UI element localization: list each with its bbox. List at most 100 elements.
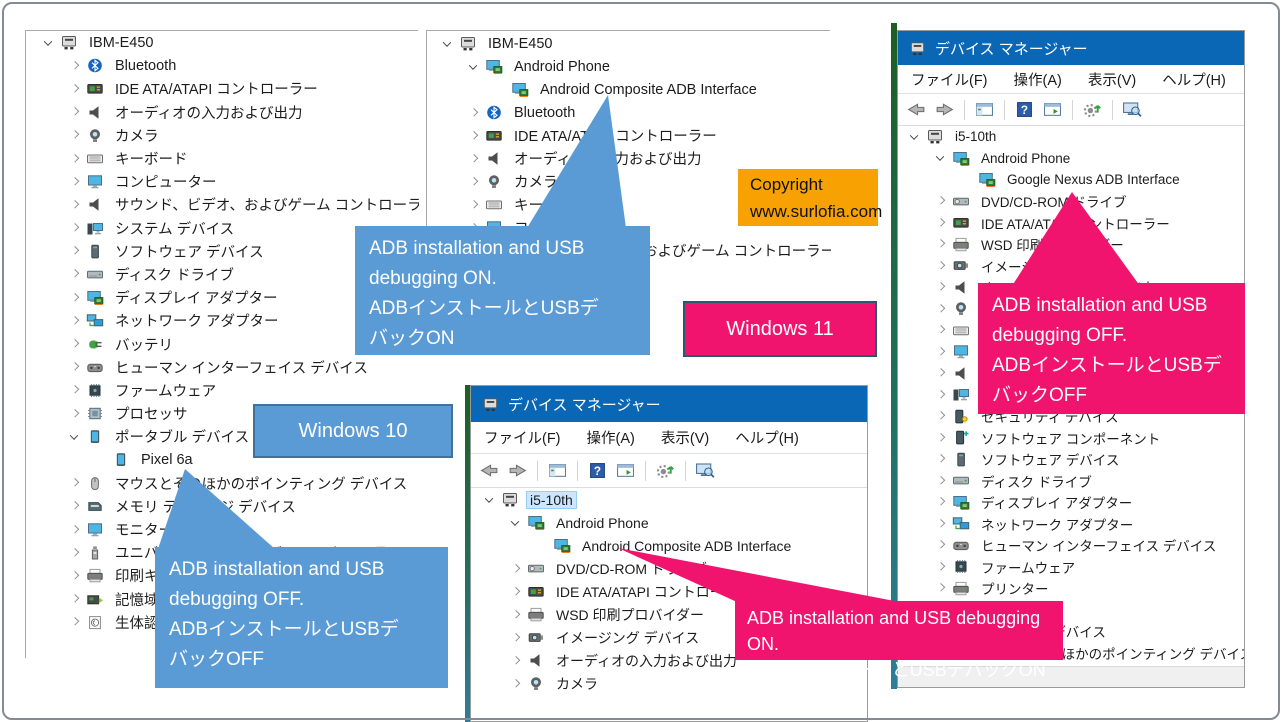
tree-item[interactable]: Android Phone bbox=[427, 55, 831, 78]
chevron-right-icon[interactable] bbox=[66, 472, 86, 495]
menu-help[interactable]: ヘルプ(H) bbox=[735, 427, 799, 448]
chevron-right-icon[interactable] bbox=[507, 557, 527, 580]
chevron-right-icon[interactable] bbox=[932, 255, 952, 277]
tree-item[interactable]: Android Phone bbox=[898, 148, 1244, 170]
tree-item[interactable]: ファームウェア bbox=[898, 556, 1244, 578]
chevron-right-icon[interactable] bbox=[932, 234, 952, 256]
chevron-down-icon[interactable] bbox=[932, 148, 952, 170]
title-bar[interactable]: デバイス マネージャー bbox=[471, 386, 867, 422]
chevron-right-icon[interactable] bbox=[932, 384, 952, 406]
tree-item[interactable]: オーディオの入力および出力 bbox=[427, 147, 831, 170]
chevron-right-icon[interactable] bbox=[66, 611, 86, 634]
chevron-right-icon[interactable] bbox=[66, 124, 86, 147]
chevron-down-icon[interactable] bbox=[439, 32, 459, 55]
tree-item[interactable]: IBM-E450 bbox=[427, 32, 831, 55]
tree-item[interactable]: ディスク ドライブ bbox=[898, 470, 1244, 492]
menu-action[interactable]: 操作(A) bbox=[1014, 69, 1062, 90]
chevron-right-icon[interactable] bbox=[932, 298, 952, 320]
chevron-right-icon[interactable] bbox=[66, 54, 86, 77]
chevron-right-icon[interactable] bbox=[66, 77, 86, 100]
forward-arrow-icon[interactable] bbox=[934, 101, 955, 118]
title-bar[interactable]: デバイス マネージャー bbox=[898, 31, 1244, 65]
chevron-right-icon[interactable] bbox=[66, 217, 86, 240]
chevron-right-icon[interactable] bbox=[66, 147, 86, 170]
tree-item[interactable]: WSD 印刷プロバイダー bbox=[898, 234, 1244, 256]
chevron-down-icon[interactable] bbox=[906, 126, 926, 148]
chevron-right-icon[interactable] bbox=[66, 402, 86, 425]
device-search-icon[interactable] bbox=[695, 462, 716, 479]
chevron-right-icon[interactable] bbox=[465, 193, 485, 216]
chevron-right-icon[interactable] bbox=[932, 277, 952, 299]
chevron-right-icon[interactable] bbox=[66, 379, 86, 402]
tree-item[interactable]: IBM-E450 bbox=[26, 31, 419, 54]
chevron-down-icon[interactable] bbox=[465, 55, 485, 78]
chevron-right-icon[interactable] bbox=[66, 588, 86, 611]
chevron-right-icon[interactable] bbox=[932, 427, 952, 449]
tree-item[interactable]: モニター bbox=[26, 518, 419, 541]
chevron-right-icon[interactable] bbox=[932, 535, 952, 557]
tree-item[interactable]: ソフトウェア コンポーネント bbox=[898, 427, 1244, 449]
chevron-right-icon[interactable] bbox=[66, 518, 86, 541]
chevron-right-icon[interactable] bbox=[932, 406, 952, 428]
chevron-right-icon[interactable] bbox=[507, 672, 527, 695]
tree-item[interactable]: オーディオの入力および出力 bbox=[26, 101, 419, 124]
tree-item[interactable]: Android Composite ADB Interface bbox=[427, 78, 831, 101]
menu-file[interactable]: ファイル(F) bbox=[484, 427, 561, 448]
chevron-right-icon[interactable] bbox=[66, 332, 86, 355]
chevron-down-icon[interactable] bbox=[481, 488, 501, 511]
tree-item[interactable]: キーボード bbox=[26, 147, 419, 170]
tree-item[interactable]: Android Phone bbox=[471, 511, 867, 534]
help-icon[interactable]: ? bbox=[1014, 101, 1035, 118]
chevron-right-icon[interactable] bbox=[507, 603, 527, 626]
tree-item[interactable]: ヒューマン インターフェイス デバイス bbox=[898, 535, 1244, 557]
chevron-right-icon[interactable] bbox=[507, 580, 527, 603]
tree-item[interactable]: ファームウェア bbox=[26, 379, 419, 402]
tree-item[interactable]: Bluetooth bbox=[26, 54, 419, 77]
chevron-right-icon[interactable] bbox=[66, 101, 86, 124]
tree-item[interactable]: DVD/CD-ROM ドライブ bbox=[898, 191, 1244, 213]
tree-item[interactable]: Google Nexus ADB Interface bbox=[898, 169, 1244, 191]
chevron-right-icon[interactable] bbox=[66, 356, 86, 379]
tree-item[interactable]: ディスプレイ アダプター bbox=[898, 492, 1244, 514]
chevron-right-icon[interactable] bbox=[932, 341, 952, 363]
chevron-right-icon[interactable] bbox=[66, 170, 86, 193]
chevron-down-icon[interactable] bbox=[40, 31, 60, 54]
tree-item[interactable]: サウンド、ビデオ、およびゲーム コントローラー bbox=[26, 193, 419, 216]
tree-item[interactable]: DVD/CD-ROM ドライブ bbox=[471, 557, 867, 580]
chevron-right-icon[interactable] bbox=[66, 309, 86, 332]
tree-item[interactable]: Bluetooth bbox=[427, 101, 831, 124]
chevron-right-icon[interactable] bbox=[465, 147, 485, 170]
menu-file[interactable]: ファイル(F) bbox=[911, 69, 988, 90]
chevron-right-icon[interactable] bbox=[932, 449, 952, 471]
chevron-right-icon[interactable] bbox=[507, 649, 527, 672]
tree-item[interactable]: マウスとそのほかのポインティング デバイス bbox=[26, 472, 419, 495]
console-tree-icon[interactable] bbox=[974, 101, 995, 118]
tree-item[interactable]: イメージング デバイス bbox=[898, 255, 1244, 277]
tree-item[interactable]: メモリ テクノロジ デバイス bbox=[26, 495, 419, 518]
tree-item[interactable]: IDE ATA/ATAPI コントローラー bbox=[26, 77, 419, 100]
chevron-right-icon[interactable] bbox=[932, 363, 952, 385]
chevron-right-icon[interactable] bbox=[66, 541, 86, 564]
device-search-icon[interactable] bbox=[1122, 101, 1143, 118]
tree-item[interactable]: ソフトウェア デバイス bbox=[898, 449, 1244, 471]
chevron-right-icon[interactable] bbox=[932, 556, 952, 578]
chevron-right-icon[interactable] bbox=[66, 193, 86, 216]
help-icon[interactable]: ? bbox=[587, 462, 608, 479]
chevron-right-icon[interactable] bbox=[66, 286, 86, 309]
tree-item[interactable]: i5-10th bbox=[471, 488, 867, 511]
chevron-right-icon[interactable] bbox=[932, 191, 952, 213]
tree-item[interactable]: ヒューマン インターフェイス デバイス bbox=[26, 356, 419, 379]
tree-item[interactable]: IDE ATA/ATAPI コントローラー bbox=[898, 212, 1244, 234]
back-arrow-icon[interactable] bbox=[479, 462, 500, 479]
chevron-right-icon[interactable] bbox=[66, 495, 86, 518]
chevron-down-icon[interactable] bbox=[66, 425, 86, 448]
tree-item[interactable]: i5-10th bbox=[898, 126, 1244, 148]
chevron-right-icon[interactable] bbox=[932, 212, 952, 234]
tree-item[interactable]: Android Composite ADB Interface bbox=[471, 534, 867, 557]
tree-item[interactable]: カメラ bbox=[26, 124, 419, 147]
chevron-right-icon[interactable] bbox=[66, 564, 86, 587]
scan-hardware-icon[interactable] bbox=[1082, 101, 1103, 118]
menu-action[interactable]: 操作(A) bbox=[587, 427, 635, 448]
menu-help[interactable]: ヘルプ(H) bbox=[1162, 69, 1226, 90]
chevron-right-icon[interactable] bbox=[932, 320, 952, 342]
